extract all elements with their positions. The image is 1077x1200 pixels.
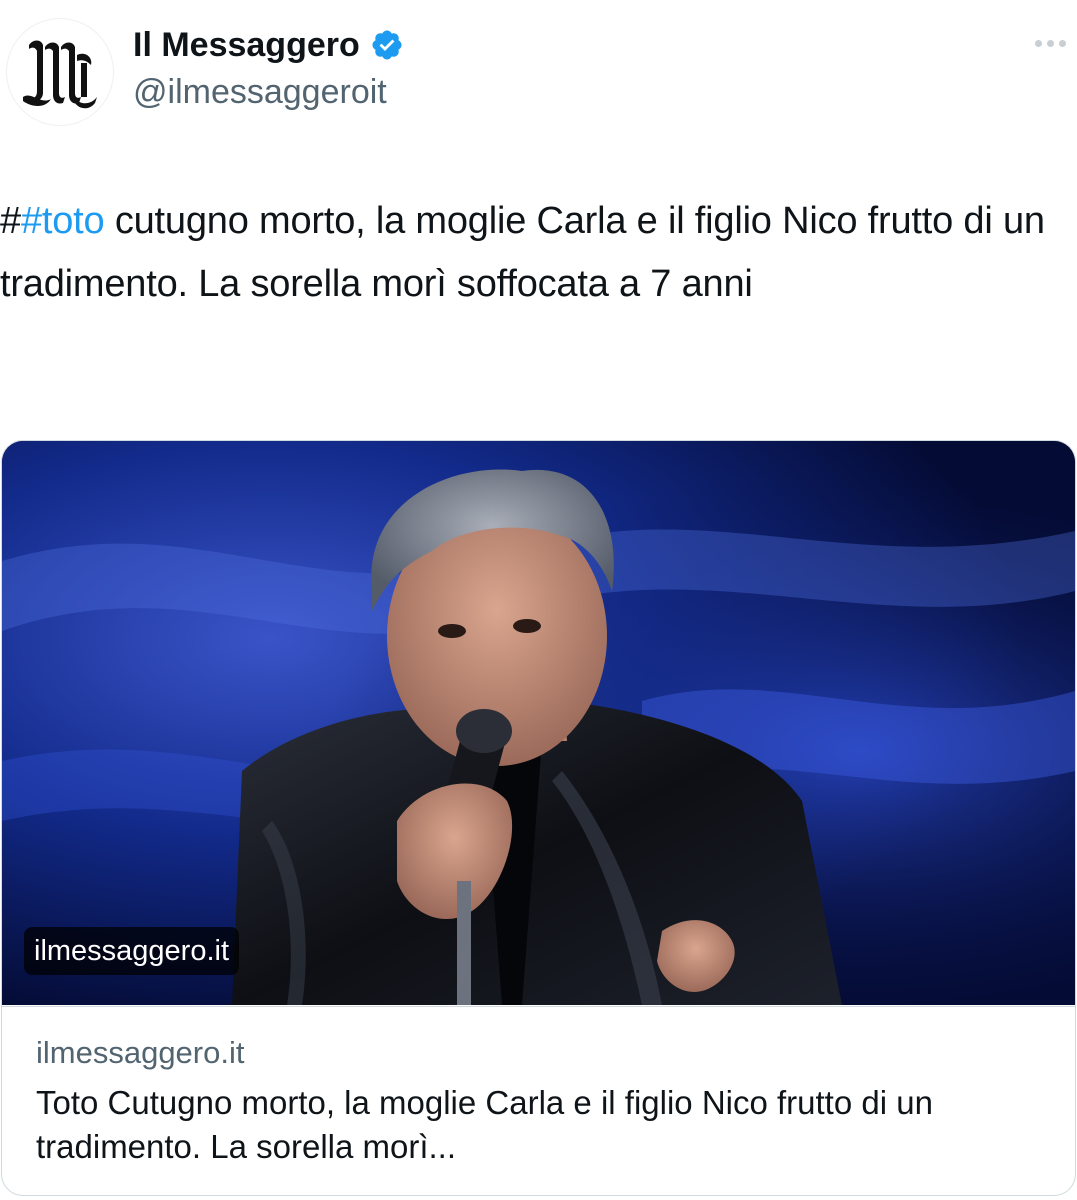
card-title[interactable]: Toto Cutugno morto, la moglie Carla e il… bbox=[36, 1081, 1046, 1169]
hash-prefix: # bbox=[0, 200, 21, 242]
display-name[interactable]: Il Messaggero bbox=[133, 22, 360, 68]
more-options-button[interactable] bbox=[1028, 28, 1072, 58]
tweet-text: ##toto cutugno morto, la moglie Carla e … bbox=[0, 190, 1060, 316]
name-row: Il Messaggero bbox=[133, 22, 404, 68]
hashtag-link[interactable]: #toto bbox=[21, 200, 105, 242]
il-messaggero-logo-icon bbox=[23, 40, 97, 109]
tweet-header: Il Messaggero @ilmessaggeroit bbox=[0, 0, 1077, 130]
tweet: Il Messaggero @ilmessaggeroit ##toto cut… bbox=[0, 0, 1077, 1200]
tweet-body-text: cutugno morto, la moglie Carla e il figl… bbox=[0, 200, 1045, 305]
more-horizontal-icon bbox=[1034, 39, 1066, 47]
card-domain: ilmessaggero.it bbox=[36, 1035, 245, 1070]
card-image[interactable]: ilmessaggero.it bbox=[2, 441, 1075, 1005]
account-handle[interactable]: @ilmessaggeroit bbox=[133, 70, 387, 114]
image-domain-overlay: ilmessaggero.it bbox=[24, 927, 240, 975]
avatar[interactable] bbox=[6, 18, 114, 126]
singer-photo-image bbox=[2, 441, 1075, 1005]
verified-badge-icon bbox=[372, 30, 402, 60]
card-footer[interactable]: ilmessaggero.it Toto Cutugno morto, la m… bbox=[2, 1006, 1075, 1195]
link-preview-card[interactable]: ilmessaggero.it ilmessaggero.it Toto Cut… bbox=[1, 440, 1076, 1196]
